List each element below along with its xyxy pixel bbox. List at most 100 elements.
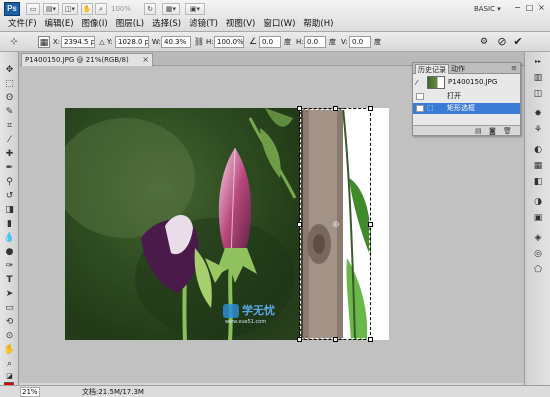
hand-tool-icon[interactable]: ✋ (81, 3, 93, 15)
h-skew-field[interactable]: 0.0 (304, 36, 326, 48)
pen-tool-icon[interactable]: ✑ (3, 260, 16, 272)
clone-stamp-tool-icon[interactable]: ⚲ (3, 176, 16, 188)
collapse-dock-icon[interactable]: ▸▸ (532, 56, 544, 68)
masks-panel-icon[interactable]: ▣ (532, 212, 544, 224)
zoom-tool-icon[interactable]: ⌕ (95, 3, 107, 15)
menu-bar: 文件(F) 编辑(E) 图像(I) 图层(L) 选择(S) 滤镜(T) 视图(V… (4, 18, 337, 31)
transform-center-icon[interactable]: ⊕ (332, 220, 340, 230)
tab-actions[interactable]: 动作 (449, 64, 467, 74)
new-document-from-state-icon[interactable]: ▤ (475, 126, 482, 136)
workspace-switcher[interactable]: BASIC ▾ (474, 3, 508, 15)
clone-source-panel-icon[interactable]: ⚘ (532, 124, 544, 136)
rotate-view-icon[interactable]: ↻ (144, 3, 156, 15)
menu-help[interactable]: 帮助(H) (299, 18, 337, 31)
lasso-tool-icon[interactable]: ʘ (3, 92, 16, 104)
y-position-field[interactable]: 1028.0 px (115, 36, 149, 48)
move-tool-icon[interactable]: ✥ (3, 64, 16, 76)
document-image[interactable]: 学无忧 www.xue51.com (65, 108, 303, 340)
menu-file[interactable]: 文件(F) (4, 18, 41, 31)
launch-bridge-icon[interactable]: ▭ (26, 3, 40, 15)
history-brush-source-box[interactable] (416, 105, 424, 112)
zoom-percentage-field[interactable]: 21% (20, 387, 40, 397)
type-tool-icon[interactable]: T (3, 274, 16, 286)
menu-filter[interactable]: 滤镜(T) (185, 18, 222, 31)
brush-panel-icon[interactable]: ✸ (532, 108, 544, 120)
gradient-tool-icon[interactable]: ▮ (3, 218, 16, 230)
navigator-panel-icon[interactable]: ◫ (532, 88, 544, 100)
history-step-selected[interactable]: ⬚ 矩形选框 (413, 103, 520, 114)
layers-panel-icon[interactable]: ◈ (532, 232, 544, 244)
styles-panel-icon[interactable]: ◧ (532, 176, 544, 188)
quick-select-tool-icon[interactable]: ✎ (3, 106, 16, 118)
menu-image[interactable]: 图像(I) (78, 18, 112, 31)
tools-panel: ✥ ⬚ ʘ ✎ ⌗ ⁄ ✚ ✒ ⚲ ↺ ◨ ▮ 💧 ● ✑ T ➤ ▭ ⟲ ⊙ … (0, 52, 19, 392)
transform-handle-left[interactable] (297, 222, 302, 227)
warp-mode-icon[interactable]: ⚙ (478, 36, 490, 48)
document-size-info[interactable]: 文档:21.5M/17.3M (82, 386, 144, 397)
minimize-button[interactable]: − (512, 3, 523, 13)
blur-tool-icon[interactable]: 💧 (3, 232, 16, 244)
healing-brush-tool-icon[interactable]: ✚ (3, 148, 16, 160)
menu-layer[interactable]: 图层(L) (112, 18, 148, 31)
y-label: Y: (107, 38, 113, 46)
panel-menu-icon[interactable]: ≡ (511, 63, 517, 74)
transform-handle-bottom-left[interactable] (297, 337, 302, 342)
path-selection-tool-icon[interactable]: ➤ (3, 288, 16, 300)
document-tab-close-icon[interactable]: × (142, 54, 149, 66)
tab-history[interactable]: 历史记录 (415, 64, 449, 74)
link-icon[interactable]: ⛓ (193, 36, 205, 48)
width-field[interactable]: 40.3% (161, 36, 191, 48)
rotate-angle-field[interactable]: 0.0 (259, 36, 281, 48)
eyedropper-tool-icon[interactable]: ⁄ (3, 134, 16, 146)
menu-select[interactable]: 选择(S) (148, 18, 185, 31)
histogram-panel-icon[interactable]: ▥ (532, 72, 544, 84)
3d-rotate-tool-icon[interactable]: ⟲ (3, 316, 16, 328)
menu-view[interactable]: 视图(V) (222, 18, 259, 31)
transform-handle-top-right[interactable] (368, 106, 373, 111)
transform-handle-bottom-right[interactable] (368, 337, 373, 342)
view-extras-icon[interactable]: ▤▾ (43, 3, 59, 15)
adjustments-panel-icon[interactable]: ◑ (532, 196, 544, 208)
transform-handle-bottom[interactable] (333, 337, 338, 342)
maximize-button[interactable]: □ (524, 3, 535, 13)
menu-edit[interactable]: 编辑(E) (41, 18, 78, 31)
zoom-tool-icon[interactable]: ⌕ (3, 358, 16, 370)
new-snapshot-icon[interactable]: ◙ (489, 126, 496, 136)
paths-panel-icon[interactable]: ⬠ (532, 264, 544, 276)
history-brush-tool-icon[interactable]: ↺ (3, 190, 16, 202)
v-skew-field[interactable]: 0.0 (349, 36, 371, 48)
history-snapshot[interactable]: ⁄ P1400150.JPG (413, 75, 520, 90)
channels-panel-icon[interactable]: ◎ (532, 248, 544, 260)
3d-orbit-tool-icon[interactable]: ⊙ (3, 330, 16, 342)
crop-tool-icon[interactable]: ⌗ (3, 120, 16, 132)
default-colors-icon[interactable]: ◪ (3, 370, 16, 382)
transform-handle-top-left[interactable] (297, 106, 302, 111)
zoom-level-field[interactable]: 100% (111, 3, 141, 15)
delete-state-icon[interactable]: 🗑 (503, 126, 512, 136)
reference-point-icon[interactable]: ▦ (38, 36, 50, 48)
cancel-transform-button[interactable]: ⊘ (496, 36, 508, 48)
history-step[interactable]: 打开 (413, 91, 520, 102)
dodge-tool-icon[interactable]: ● (3, 246, 16, 258)
swatches-panel-icon[interactable]: ▦ (532, 160, 544, 172)
height-field[interactable]: 100.0% (214, 36, 244, 48)
eraser-tool-icon[interactable]: ◨ (3, 204, 16, 216)
transform-handle-right[interactable] (368, 222, 373, 227)
x-position-field[interactable]: 2394.5 px (61, 36, 95, 48)
tool-preset-icon[interactable]: ⊹ (8, 36, 20, 48)
menu-window[interactable]: 窗口(W) (259, 18, 299, 31)
color-panel-icon[interactable]: ◐ (532, 144, 544, 156)
marquee-tool-icon[interactable]: ⬚ (3, 78, 16, 90)
hand-tool-icon[interactable]: ✋ (3, 344, 16, 356)
transform-handle-top[interactable] (333, 106, 338, 111)
zoom-level-dropdown[interactable]: ◫▾ (62, 3, 78, 15)
transform-bounding-box[interactable]: ⊕ (297, 106, 373, 342)
brush-tool-icon[interactable]: ✒ (3, 162, 16, 174)
arrange-documents-icon[interactable]: ▦▾ (162, 3, 180, 15)
close-button[interactable]: × (536, 3, 547, 13)
shape-tool-icon[interactable]: ▭ (3, 302, 16, 314)
document-tab[interactable]: P1400150.JPG @ 21%(RGB/8) × (21, 53, 153, 66)
screen-mode-icon[interactable]: ▣▾ (185, 3, 205, 15)
commit-transform-button[interactable]: ✔ (512, 36, 524, 48)
history-brush-source-box[interactable] (416, 93, 424, 100)
